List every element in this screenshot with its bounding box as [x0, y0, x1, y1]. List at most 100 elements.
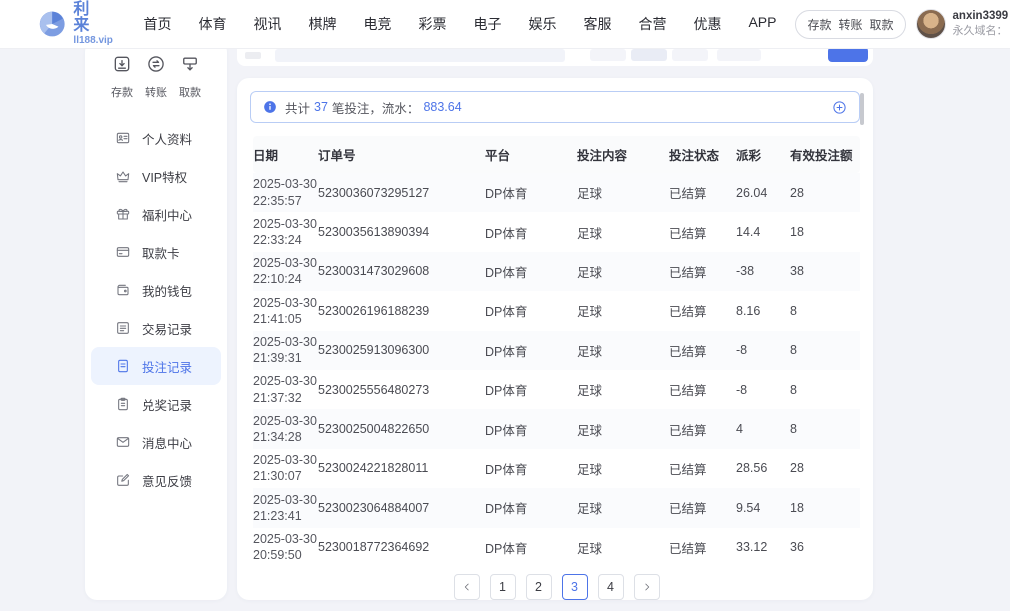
nav-item[interactable]: APP — [743, 10, 781, 38]
gift-icon — [115, 206, 131, 222]
bet-time: 21:23:41 — [253, 508, 312, 524]
nav-item[interactable]: 合营 — [633, 10, 671, 38]
filter-label-fragment — [245, 52, 261, 59]
sidebar-menu-item[interactable]: 交易记录 — [91, 309, 221, 347]
nav-item[interactable]: 首页 — [138, 10, 176, 38]
sidebar-menu-item[interactable]: 取款卡 — [91, 233, 221, 271]
wallet-quick-pill: 存款 转账 取款 — [795, 10, 905, 39]
filter-option[interactable] — [631, 49, 667, 61]
turnover-value: 883.64 — [423, 100, 461, 114]
valid-bet-amount: 18 — [790, 225, 860, 239]
scrollbar-thumb[interactable] — [860, 93, 864, 125]
bet-status: 已结算 — [669, 341, 736, 360]
sidebar-menu: 个人资料 VIP特权 福利中心 取款卡 — [85, 119, 227, 499]
payout: -38 — [736, 264, 790, 278]
table-row: 2025-03-30 21:34:28 5230025004822650 DP体… — [253, 409, 860, 448]
valid-bet-amount: 28 — [790, 186, 860, 200]
nav-item[interactable]: 体育 — [193, 10, 231, 38]
sidebar-menu-item[interactable]: 个人资料 — [91, 119, 221, 157]
bet-date: 2025-03-30 — [253, 373, 312, 389]
bet-date: 2025-03-30 — [253, 531, 312, 547]
nav-item[interactable]: 棋牌 — [303, 10, 341, 38]
table-row: 2025-03-30 21:23:41 5230023064884007 DP体… — [253, 488, 860, 527]
page-button[interactable]: 2 — [526, 574, 552, 600]
next-page-button[interactable] — [634, 574, 660, 600]
nav-item[interactable]: 彩票 — [413, 10, 451, 38]
wallet-pill-action[interactable]: 转账 — [839, 16, 863, 33]
quick-action-button[interactable]: 转账 — [139, 54, 173, 100]
bet-status: 已结算 — [669, 183, 736, 202]
column-header: 日期 — [253, 145, 318, 164]
id-card-icon — [115, 130, 131, 146]
payout: 4 — [736, 422, 790, 436]
brand-domain: ll188.vip — [73, 36, 116, 46]
filter-input[interactable] — [275, 49, 565, 62]
bet-content: 足球 — [577, 341, 669, 360]
plus-circle-icon[interactable] — [832, 100, 847, 115]
betting-records-page: 利 来 ll188.vip 首页 体育 视讯 棋牌 电竞 彩票 电子 娱乐 — [0, 0, 1010, 611]
filter-option[interactable] — [590, 49, 626, 61]
table-row: 2025-03-30 22:10:24 5230031473029608 DP体… — [253, 252, 860, 291]
order-number: 5230025913096300 — [318, 343, 485, 357]
sidebar-menu-item[interactable]: 兑奖记录 — [91, 385, 221, 423]
quick-action-button[interactable]: 取款 — [173, 54, 207, 100]
order-number: 5230036073295127 — [318, 186, 485, 200]
wallet-pill-action[interactable]: 存款 — [807, 16, 831, 33]
bet-time: 21:37:32 — [253, 390, 312, 406]
filter-option[interactable] — [717, 49, 761, 61]
sidebar-menu-item[interactable]: 消息中心 — [91, 423, 221, 461]
bet-content: 足球 — [577, 420, 669, 439]
redeem-record-icon — [115, 396, 131, 412]
quick-action-button[interactable]: 存款 — [105, 54, 139, 100]
sidebar-menu-item[interactable]: 我的钱包 — [91, 271, 221, 309]
platform: DP体育 — [485, 223, 577, 242]
bet-content: 足球 — [577, 262, 669, 281]
bet-content: 足球 — [577, 380, 669, 399]
order-number: 5230018772364692 — [318, 540, 485, 554]
bet-time: 22:10:24 — [253, 271, 312, 287]
nav-item[interactable]: 电子 — [468, 10, 506, 38]
order-number: 5230025004822650 — [318, 422, 485, 436]
main-nav: 首页 体育 视讯 棋牌 电竞 彩票 电子 娱乐 客服 合营 优惠 AP — [138, 10, 781, 38]
bet-status: 已结算 — [669, 301, 736, 320]
crown-icon — [115, 168, 131, 184]
query-button[interactable] — [828, 47, 868, 62]
top-navbar: 利 来 ll188.vip 首页 体育 视讯 棋牌 电竞 彩票 电子 娱乐 — [0, 0, 1010, 49]
site-logo[interactable]: 利 来 ll188.vip — [38, 2, 116, 46]
page-button[interactable]: 1 — [490, 574, 516, 600]
column-header: 有效投注额 — [790, 145, 860, 164]
bet-time: 22:35:57 — [253, 193, 312, 209]
brand-name: 利 来 — [73, 2, 116, 34]
nav-item[interactable]: 娱乐 — [523, 10, 561, 38]
order-number: 5230031473029608 — [318, 264, 485, 278]
nav-item[interactable]: 客服 — [578, 10, 616, 38]
bet-content: 足球 — [577, 301, 669, 320]
bet-content: 足球 — [577, 538, 669, 557]
sidebar-menu-item[interactable]: VIP特权 — [91, 157, 221, 195]
valid-bet-amount: 8 — [790, 422, 860, 436]
platform: DP体育 — [485, 183, 577, 202]
bet-status: 已结算 — [669, 262, 736, 281]
nav-item[interactable]: 视讯 — [248, 10, 286, 38]
sidebar-menu-item[interactable]: 福利中心 — [91, 195, 221, 233]
table-body: 2025-03-30 22:35:57 5230036073295127 DP体… — [253, 173, 860, 567]
nav-item[interactable]: 电竞 — [358, 10, 396, 38]
filter-option[interactable] — [672, 49, 708, 61]
page-button[interactable]: 4 — [598, 574, 624, 600]
order-number: 5230035613890394 — [318, 225, 485, 239]
bet-status: 已结算 — [669, 420, 736, 439]
order-number: 5230025556480273 — [318, 383, 485, 397]
bet-date: 2025-03-30 — [253, 413, 312, 429]
sidebar-menu-item[interactable]: 意见反馈 — [91, 461, 221, 499]
page-button[interactable]: 3 — [562, 574, 588, 600]
payout: 9.54 — [736, 501, 790, 515]
wallet-pill-action[interactable]: 取款 — [870, 16, 894, 33]
sidebar-menu-item[interactable]: 投注记录 — [91, 347, 221, 385]
prev-page-button[interactable] — [454, 574, 480, 600]
user-avatar[interactable] — [916, 9, 946, 39]
transfer-icon — [146, 54, 166, 79]
bet-date: 2025-03-30 — [253, 492, 312, 508]
bet-time: 21:30:07 — [253, 468, 312, 484]
payout: -8 — [736, 383, 790, 397]
nav-item[interactable]: 优惠 — [688, 10, 726, 38]
